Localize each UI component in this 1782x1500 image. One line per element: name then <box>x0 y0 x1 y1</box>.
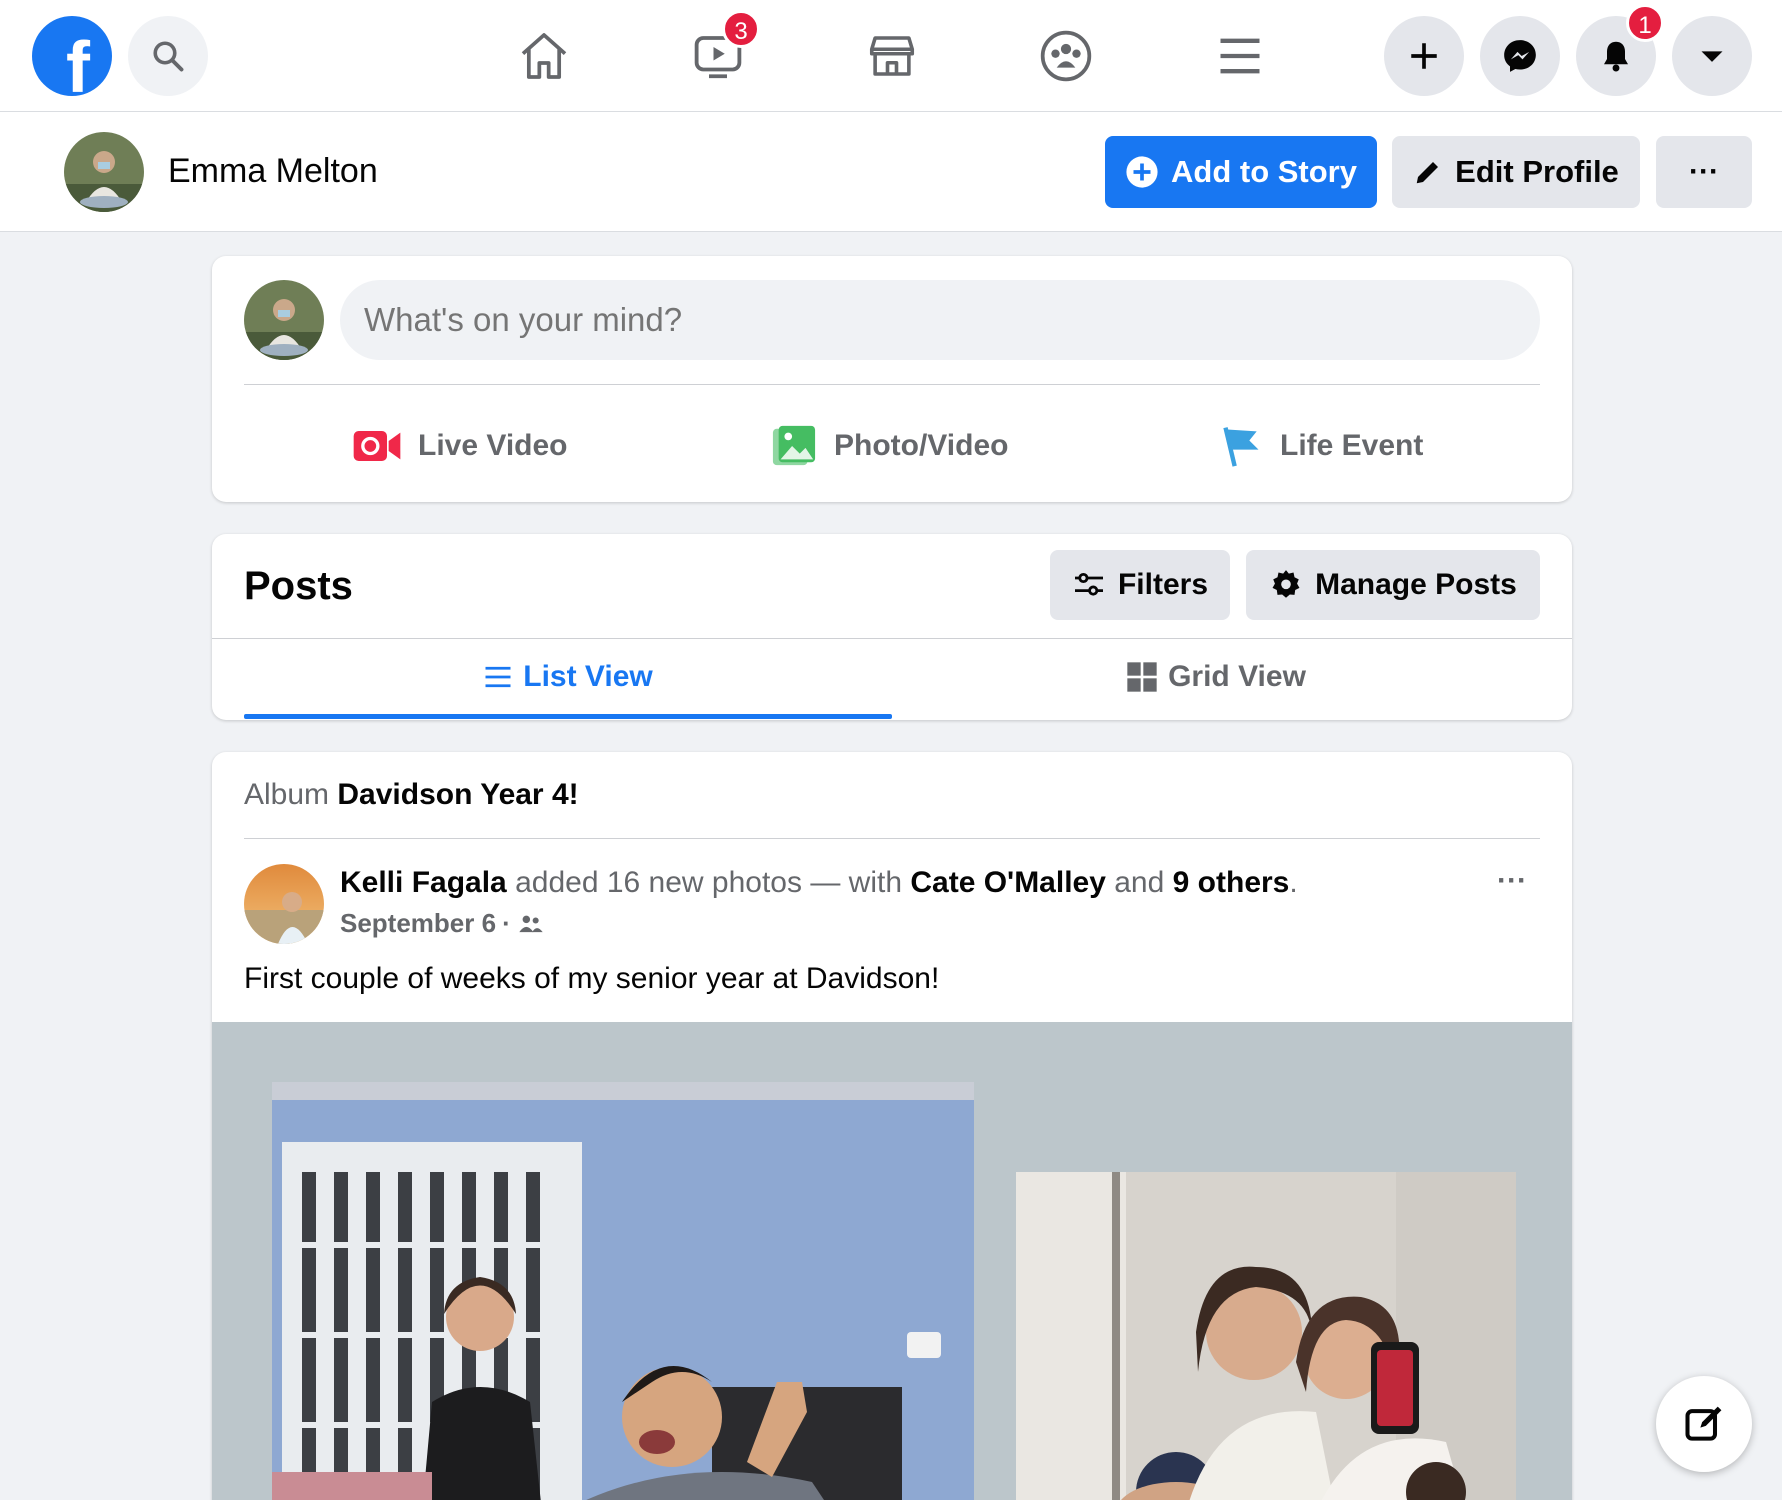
post-composer: Live Video Photo/Video Life Event <box>212 256 1572 502</box>
menu-icon <box>1220 38 1260 74</box>
more-options-button[interactable]: ··· <box>1656 136 1752 208</box>
new-message-button[interactable] <box>1656 1376 1752 1472</box>
album-photo-1[interactable] <box>272 1082 974 1500</box>
account-button[interactable] <box>1672 16 1752 96</box>
post-action-text: added 16 new photos — with <box>515 866 903 899</box>
compose-icon <box>1685 1406 1722 1441</box>
life-event-label: Life Event <box>1280 429 1424 462</box>
album-prefix: Album <box>244 778 330 811</box>
manage-posts-label: Manage Posts <box>1315 568 1517 601</box>
profile-header: Emma Melton Add to Story Edit Profile ··… <box>0 112 1782 232</box>
grid-icon <box>1127 662 1157 692</box>
nav-watch[interactable]: 3 <box>682 10 760 92</box>
more-dots-icon: ··· <box>1689 155 1719 188</box>
messenger-icon <box>1504 40 1536 72</box>
live-video-button[interactable]: Live Video <box>352 410 568 482</box>
others-link[interactable]: 9 others <box>1173 866 1290 899</box>
tab-grid-view[interactable]: Grid View <box>892 642 1540 712</box>
profile-name: Emma Melton <box>168 152 378 190</box>
pencil-icon <box>1416 162 1439 184</box>
nav-marketplace[interactable] <box>856 20 928 92</box>
bell-icon <box>1604 41 1628 72</box>
meta-separator: · <box>502 908 511 938</box>
grid-view-label: Grid View <box>1168 660 1306 693</box>
and-text: and <box>1114 866 1165 899</box>
nav-groups[interactable] <box>1030 20 1102 92</box>
post-date-link[interactable]: September 6 <box>340 908 496 939</box>
post-options-button[interactable]: ··· <box>1482 864 1542 904</box>
create-button[interactable] <box>1384 16 1464 96</box>
edit-profile-label: Edit Profile <box>1455 154 1619 189</box>
nav-home[interactable] <box>508 20 580 92</box>
tagged-person-link[interactable]: Cate O'Malley <box>910 866 1106 899</box>
album-name-link[interactable]: Davidson Year 4! <box>337 778 578 811</box>
caret-down-icon <box>1701 51 1723 62</box>
photo-icon <box>772 425 816 466</box>
search-button[interactable] <box>128 16 208 96</box>
filters-icon <box>1074 572 1103 596</box>
posts-header-card: Posts Filters Manage Posts List View Gri… <box>212 534 1572 720</box>
live-video-label: Live Video <box>418 429 568 462</box>
search-icon <box>153 41 184 72</box>
notifications-badge: 1 <box>1626 4 1664 42</box>
profile-avatar[interactable] <box>64 132 144 212</box>
home-icon <box>521 33 567 79</box>
album-line: Album Davidson Year 4! <box>244 778 579 812</box>
nav-menu[interactable] <box>1204 20 1276 92</box>
author-name-link[interactable]: Kelli Fagala <box>340 866 507 899</box>
plus-circle-icon <box>1126 156 1158 188</box>
messenger-button[interactable] <box>1480 16 1560 96</box>
facebook-logo[interactable]: f <box>32 16 112 96</box>
gear-icon <box>1272 570 1300 598</box>
list-icon <box>485 666 511 688</box>
author-avatar[interactable] <box>244 864 324 944</box>
watch-badge: 3 <box>722 10 760 48</box>
add-to-story-button[interactable]: Add to Story <box>1105 136 1377 208</box>
posts-title: Posts <box>244 564 353 608</box>
album-post-card: Album Davidson Year 4! Kelli Fagala adde… <box>212 752 1572 1500</box>
flag-icon <box>1223 427 1259 467</box>
post-options-dots-icon: ··· <box>1497 864 1527 897</box>
period-text: . <box>1289 866 1298 899</box>
whats-on-your-mind-input[interactable] <box>340 280 1540 360</box>
live-video-icon <box>353 431 401 461</box>
album-photo-2[interactable] <box>1016 1172 1516 1500</box>
top-navigation: f 3 1 <box>0 0 1782 112</box>
post-text: First couple of weeks of my senior year … <box>244 962 940 995</box>
album-divider <box>244 838 1540 839</box>
filters-label: Filters <box>1117 568 1209 601</box>
tab-list-view[interactable]: List View <box>244 642 892 712</box>
post-meta: September 6 · <box>340 908 545 939</box>
photo-video-button[interactable]: Photo/Video <box>770 410 1008 482</box>
photo-collage <box>212 1022 1572 1500</box>
edit-profile-button[interactable]: Edit Profile <box>1392 136 1640 208</box>
plus-icon <box>1411 43 1437 69</box>
composer-divider <box>244 384 1540 385</box>
filters-button[interactable]: Filters <box>1050 550 1230 620</box>
marketplace-icon <box>869 36 915 76</box>
list-view-label: List View <box>523 660 653 693</box>
composer-avatar[interactable] <box>244 280 324 360</box>
notifications-button[interactable]: 1 <box>1576 4 1664 96</box>
groups-icon <box>1040 30 1092 82</box>
manage-posts-button[interactable]: Manage Posts <box>1246 550 1540 620</box>
active-tab-indicator <box>244 714 892 719</box>
post-header: Kelli Fagala added 16 new photos — with … <box>340 866 1298 900</box>
friends-audience-icon[interactable] <box>517 913 545 935</box>
add-to-story-label: Add to Story <box>1171 154 1357 189</box>
photo-video-label: Photo/Video <box>834 429 1009 462</box>
life-event-button[interactable]: Life Event <box>1220 410 1423 482</box>
posts-divider <box>212 638 1572 639</box>
